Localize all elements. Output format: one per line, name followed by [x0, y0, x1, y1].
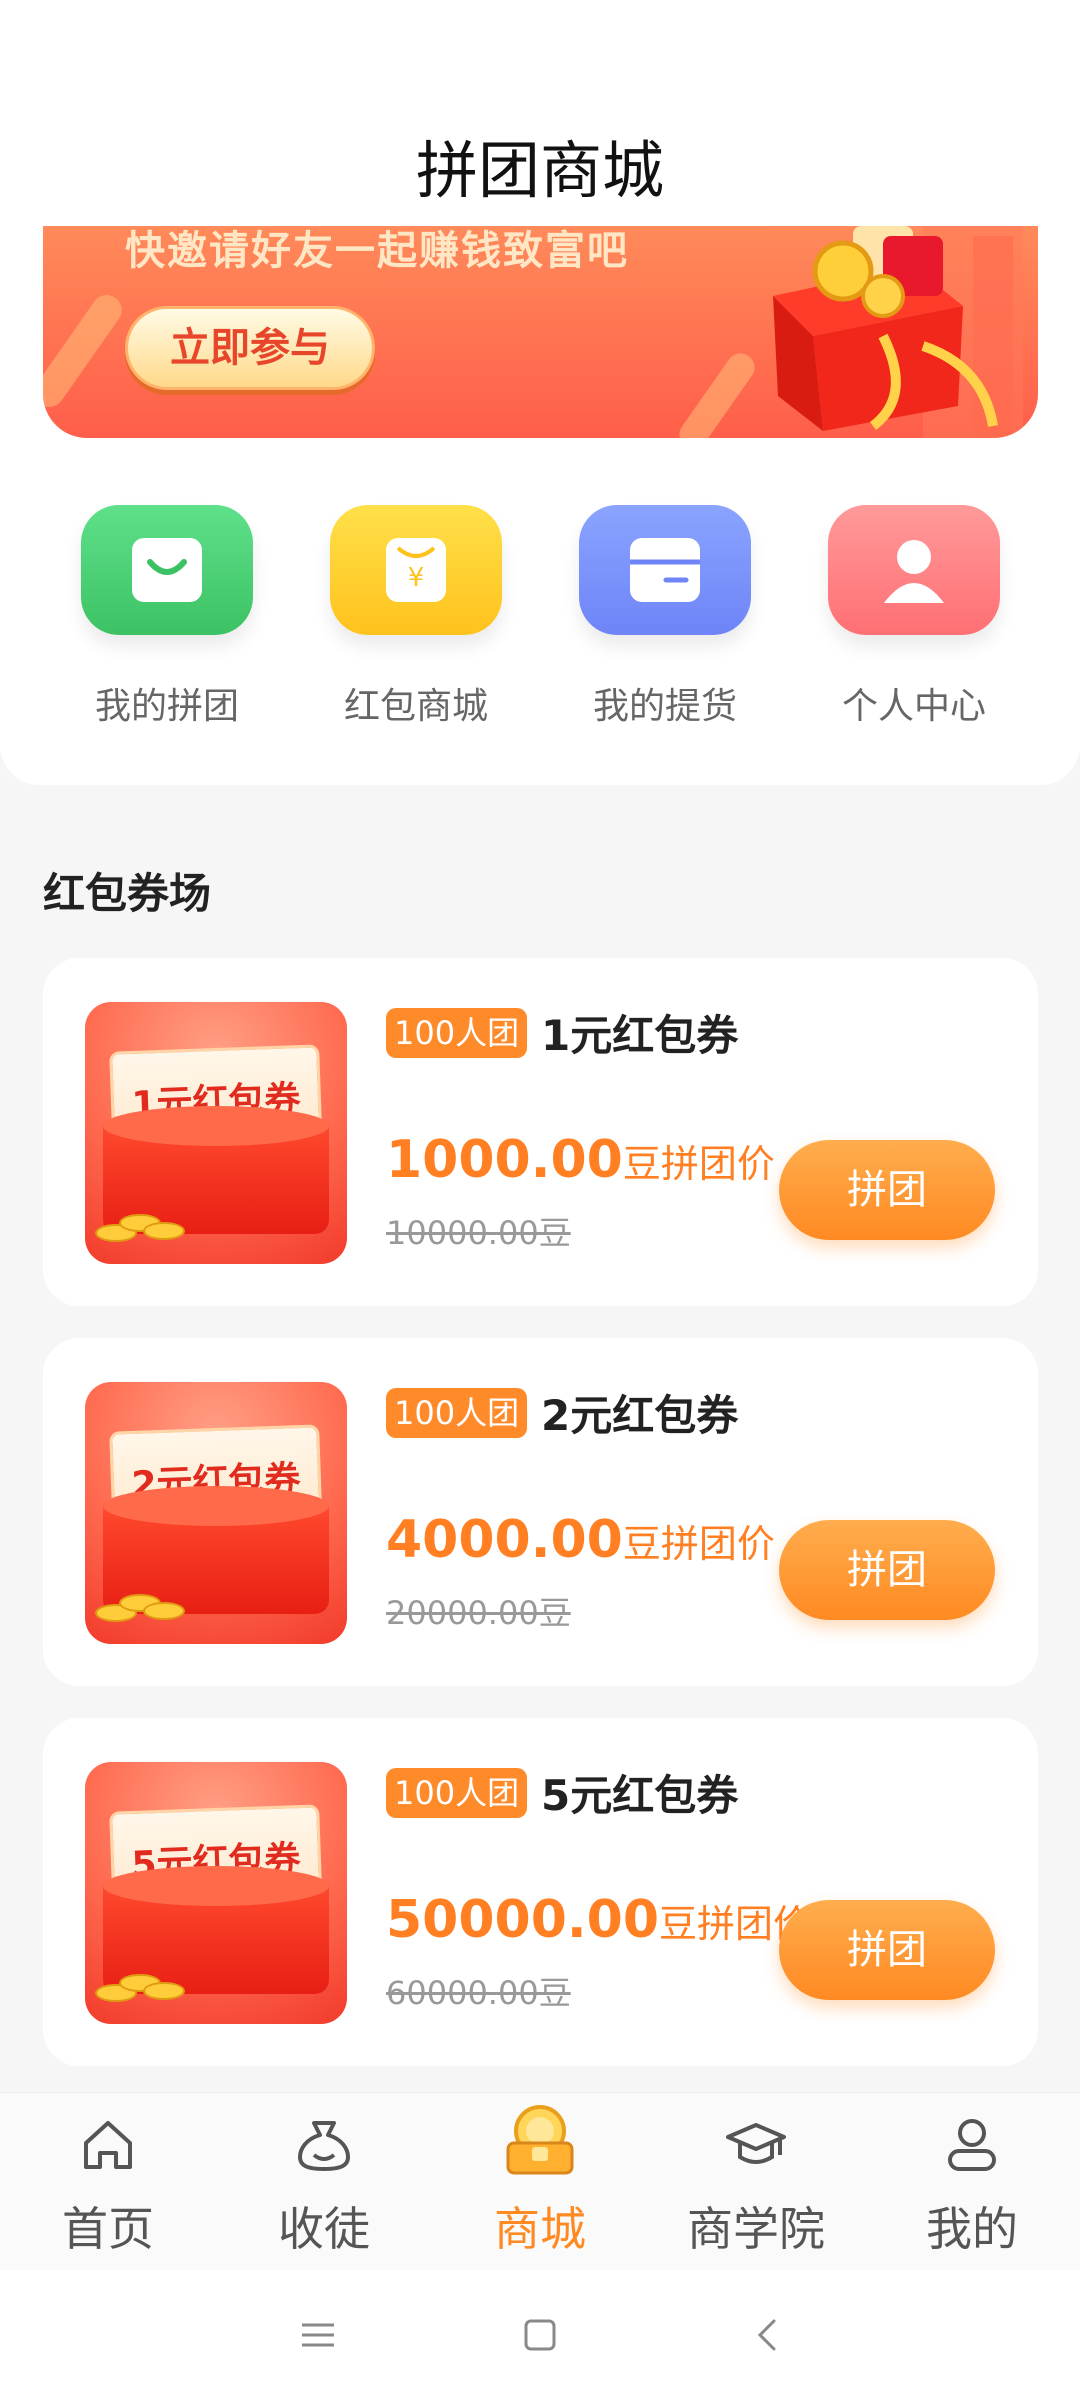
tab-label: 我的	[926, 2202, 1018, 2256]
quick-link-personal-center[interactable]: 个人中心	[828, 505, 1000, 729]
group-buy-button[interactable]: 拼团	[779, 1520, 995, 1620]
home-icon	[84, 2121, 132, 2169]
quick-link-my-group[interactable]: 我的拼团	[81, 505, 253, 729]
group-price: 1000.00豆拼团价	[386, 1130, 775, 1190]
tab-mine[interactable]: 我的	[864, 2093, 1080, 2271]
tab-home[interactable]: 首页	[0, 2093, 216, 2271]
box-icon	[579, 505, 751, 635]
product-card[interactable]: 1元红包券 100人团 1元红包券 1000.00豆拼团价 10000.00豆 …	[43, 958, 1038, 1306]
group-price: 4000.00豆拼团价	[386, 1510, 775, 1570]
product-card[interactable]: 2元红包券 100人团 2元红包券 4000.00豆拼团价 20000.00豆 …	[43, 1338, 1038, 1686]
home-square-icon[interactable]	[510, 2305, 570, 2365]
quick-link-red-packet-mall[interactable]: ¥ 红包商城	[330, 505, 502, 729]
menu-icon[interactable]	[288, 2305, 348, 2365]
red-packet-icon: ¥	[330, 505, 502, 635]
tab-label: 首页	[62, 2202, 154, 2256]
quick-link-label: 我的拼团	[94, 686, 239, 727]
group-buy-button[interactable]: 拼团	[779, 1900, 995, 2000]
product-name: 2元红包券	[541, 1391, 739, 1440]
tab-academy[interactable]: 商学院	[648, 2093, 864, 2271]
quick-link-label: 我的提货	[592, 686, 737, 727]
product-name: 5元红包券	[541, 1771, 739, 1820]
quick-link-label: 红包商城	[343, 686, 488, 727]
treasure-chest-icon	[506, 2105, 574, 2175]
product-image: 2元红包券	[85, 1382, 347, 1644]
system-nav-bar	[0, 2270, 1080, 2400]
original-price: 10000.00豆	[386, 1214, 571, 1252]
quick-link-my-pickup[interactable]: 我的提货	[579, 505, 751, 729]
tab-label: 收徒	[278, 2202, 370, 2256]
join-now-button[interactable]: 立即参与	[125, 306, 375, 390]
person-icon	[828, 505, 1000, 635]
invite-banner[interactable]: 快邀请好友一起赚钱致富吧 立即参与	[43, 226, 1038, 438]
banner-decoration	[43, 289, 128, 413]
bag-icon	[81, 505, 253, 635]
group-price: 50000.00豆拼团价	[386, 1890, 812, 1950]
money-bag-icon	[298, 2121, 350, 2171]
product-name: 1元红包券	[541, 1011, 739, 1060]
tab-mall[interactable]: 商城	[432, 2093, 648, 2271]
banner-text: 快邀请好友一起赚钱致富吧	[125, 228, 629, 274]
tab-label: 商城	[494, 2202, 586, 2256]
tab-label: 商学院	[687, 2202, 825, 2256]
user-icon	[948, 2119, 996, 2171]
product-image: 5元红包券	[85, 1762, 347, 2024]
top-panel: 拼团商城 快邀请好友一起赚钱致富吧 立即参与 我的拼团 ¥ 红包商城 我的提货 …	[0, 0, 1080, 785]
page-title: 拼团商城	[415, 134, 664, 207]
svg-text:¥: ¥	[408, 563, 425, 593]
original-price: 20000.00豆	[386, 1594, 571, 1632]
product-card[interactable]: 5元红包券 100人团 5元红包券 50000.00豆拼团价 60000.00豆…	[43, 1718, 1038, 2066]
group-size-badge: 100人团	[386, 1768, 528, 1818]
bottom-tab-bar: 首页 收徒 商城 商学院 我的	[0, 2092, 1080, 2270]
group-size-badge: 100人团	[386, 1388, 528, 1438]
original-price: 60000.00豆	[386, 1974, 571, 2012]
graduation-cap-icon	[726, 2123, 786, 2164]
group-size-badge: 100人团	[386, 1008, 528, 1058]
product-image: 1元红包券	[85, 1002, 347, 1264]
back-icon[interactable]	[738, 2305, 798, 2365]
gift-box-icon	[773, 226, 1023, 438]
section-title: 红包券场	[43, 869, 212, 918]
group-buy-button[interactable]: 拼团	[779, 1140, 995, 1240]
tab-apprentice[interactable]: 收徒	[216, 2093, 432, 2271]
quick-link-label: 个人中心	[841, 686, 986, 727]
